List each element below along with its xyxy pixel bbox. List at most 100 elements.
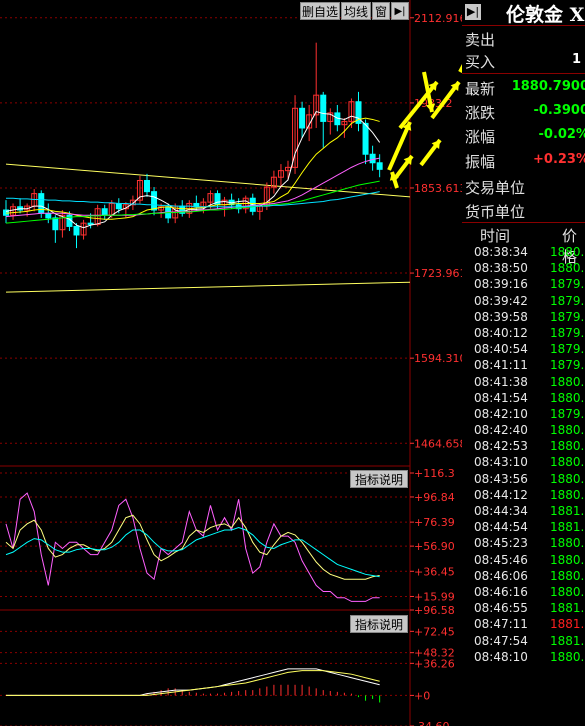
tick-time: 08:39:58: [474, 309, 528, 324]
tick-row: 08:46:16 1880.8: [462, 585, 585, 601]
tick-time: 08:44:34: [474, 504, 528, 518]
tick-label: 1853.613: [414, 182, 462, 195]
tick-row: 08:40:54 1879.8: [462, 342, 585, 358]
tick-time: 08:41:11: [474, 358, 528, 373]
candle-body: [320, 94, 327, 122]
tick-time: 08:38:50: [474, 261, 528, 276]
tick-price: 1881.1: [550, 633, 585, 648]
tick-row: 08:41:38 1880.0: [462, 375, 585, 391]
divider: [462, 73, 585, 74]
tick-label: +96.58: [414, 604, 455, 617]
tick-row: 08:41:11 1879.2: [462, 358, 585, 374]
tick-time: 08:48:10: [474, 649, 528, 664]
tick-price: 1879.8: [550, 342, 585, 357]
indicator-line: [5, 514, 380, 580]
quote-header: ▶| 伦敦金 X: [462, 0, 585, 26]
delete-watchlist-button[interactable]: 删自选: [300, 2, 340, 20]
window-button[interactable]: 窗: [372, 2, 390, 20]
divider: [462, 222, 585, 223]
tick-price: 1879.7: [550, 293, 585, 308]
tick-price: 1880.2: [550, 245, 585, 259]
tick-time: 08:38:34: [474, 245, 528, 259]
trend-line: [5, 281, 411, 293]
candle-body: [369, 153, 376, 164]
tick-time: 08:39:42: [474, 293, 528, 308]
candle-body: [362, 122, 369, 155]
latest-label: 最新: [465, 80, 496, 98]
tick-time: 08:40:54: [474, 342, 528, 357]
change-label: 涨跌: [465, 104, 496, 122]
tick-price: 1881.0: [550, 504, 585, 518]
latest-row: 最新 1880.7900: [462, 77, 585, 99]
tick-row: 08:46:06 1880.9: [462, 569, 585, 585]
tick-label: +76.39: [414, 516, 455, 529]
buy-label: 买入: [465, 53, 496, 71]
candle-body: [45, 212, 52, 219]
change-value: -0.3900: [533, 103, 585, 118]
tick-row: 08:45:46 1880.9: [462, 553, 585, 569]
sell-label: 卖出: [465, 31, 496, 49]
tick-time: 08:44:54: [474, 520, 528, 535]
pin-icon[interactable]: ▶|: [465, 4, 481, 20]
tick-row: 08:45:23 1880.9: [462, 536, 585, 552]
tick-row: 08:42:40 1880.3: [462, 423, 585, 439]
currency-unit-label: 货币单位: [465, 203, 526, 221]
candle-body: [38, 193, 45, 214]
tick-label: +36.45: [414, 565, 455, 578]
tick-time: 08:42:10: [474, 406, 528, 421]
tick-label: 2112.916: [414, 12, 462, 25]
tick-price: 1880.9: [550, 649, 585, 664]
tick-table-header: 时间 价格: [462, 224, 585, 266]
tick-price: 1881.0: [550, 601, 585, 616]
tick-price: 1879.7: [550, 309, 585, 324]
tick-price: 1880.0: [550, 374, 585, 389]
candle-body: [144, 179, 150, 193]
tick-time: 08:42:53: [474, 439, 528, 454]
ma-line: [5, 157, 380, 218]
tick-label: +15.99: [414, 590, 455, 603]
tick-row: 08:41:54 1880.: [462, 391, 585, 407]
tick-time: 08:45:46: [474, 552, 528, 567]
change-pct-row: 涨幅 -0.02%: [462, 125, 585, 147]
tick-label: 1464.658: [414, 437, 462, 450]
amplitude-value: +0.23%: [533, 152, 585, 167]
candle-body: [151, 191, 158, 211]
tick-row: 08:44:12 1880.3: [462, 488, 585, 504]
tick-row: 08:44:54 1881.1: [462, 520, 585, 536]
trade-unit-label: 交易单位: [465, 179, 526, 197]
indicator-explain-button-1[interactable]: 指标说明: [350, 470, 408, 488]
tick-label: +56.90: [414, 540, 455, 553]
tick-label: +96.84: [414, 491, 455, 504]
expand-panel-icon[interactable]: ▶|: [391, 2, 409, 20]
tick-time: 08:47:54: [474, 633, 528, 648]
tick-row: 08:38:34 1880.2: [462, 245, 585, 261]
tick-label: -34.60: [414, 720, 449, 726]
tick-price: 1879.9: [550, 406, 585, 421]
buy-value: 1: [571, 52, 581, 67]
tick-time: 08:44:12: [474, 487, 528, 502]
candle-body: [52, 217, 59, 231]
tick-list[interactable]: 08:38:34 1880.2 08:38:50 1880.0 08:39:16 1879…: [462, 245, 585, 666]
tick-row: 08:47:54 1881.1: [462, 634, 585, 650]
tick-time: 08:39:16: [474, 277, 528, 292]
tick-time: 08:43:10: [474, 455, 528, 470]
candle-body: [73, 225, 80, 236]
tick-price: 1880.3: [550, 487, 585, 502]
tick-price: 1881.2: [550, 617, 585, 632]
tick-price: 1880.9: [550, 471, 585, 486]
moving-average-button[interactable]: 均线: [341, 2, 371, 20]
amplitude-row: 振幅 +0.23%: [462, 150, 585, 172]
tick-time: 08:41:54: [474, 390, 528, 405]
tick-label: +0: [414, 689, 430, 702]
candle-body: [115, 202, 122, 210]
tick-row: 08:40:12 1879.8: [462, 326, 585, 342]
candle-body: [87, 222, 94, 225]
tick-row: 08:47:11 1881.2: [462, 617, 585, 633]
tick-label: +36.26: [414, 657, 455, 670]
tick-row: 08:43:56 1880.9: [462, 472, 585, 488]
indicator-explain-button-2[interactable]: 指标说明: [350, 615, 408, 633]
indicator-line: [5, 492, 380, 602]
tick-price: 1880.0: [550, 261, 585, 276]
tick-row: 08:48:10 1880.9: [462, 650, 585, 666]
tick-time: 08:45:23: [474, 536, 528, 551]
